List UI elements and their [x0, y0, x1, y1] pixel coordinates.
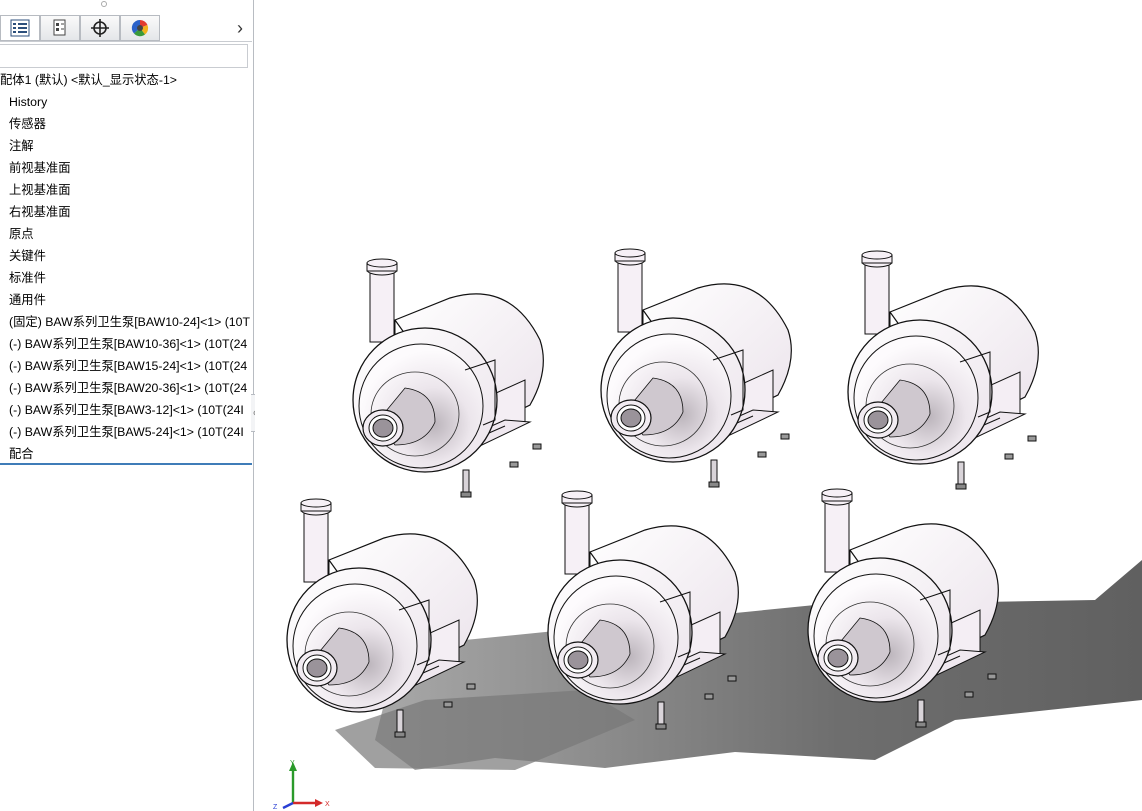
tree-item-label: 原点 [9, 227, 34, 241]
tree-item-front-plane[interactable]: 前视基准面 [0, 157, 252, 179]
folder-icon [0, 250, 4, 262]
folder-icon [0, 272, 4, 284]
tree-item-pump-baw10-36[interactable]: (-) BAW系列卫生泵[BAW10-36]<1> (10T(24 [0, 333, 252, 355]
tree-item-label: History [9, 95, 48, 109]
mates-icon [0, 448, 4, 460]
plane-icon [0, 184, 4, 196]
folder-icon [0, 294, 4, 306]
plane-icon [0, 162, 4, 174]
tab-appearance-manager[interactable] [120, 15, 160, 41]
tree-item-pump-baw15-24[interactable]: (-) BAW系列卫生泵[BAW15-24]<1> (10T(24 [0, 355, 252, 377]
origin-icon [0, 228, 4, 240]
tree-item-pump-baw3-12[interactable]: (-) BAW系列卫生泵[BAW3-12]<1> (10T(24I [0, 399, 252, 421]
z-axis-line [282, 801, 294, 810]
tree-item-label: 前视基准面 [9, 161, 71, 175]
pump-baw15-24-model[interactable] [847, 250, 1039, 490]
feature-manager-panel: › 配体1 (默认) <默认_显示状态-1> History 传感器 注解 前视… [0, 0, 254, 811]
plane-icon [0, 206, 4, 218]
tree-list-icon [10, 19, 30, 37]
tree-item-label: (-) BAW系列卫生泵[BAW15-24]<1> (10T(24 [9, 359, 248, 373]
tree-item-top-plane[interactable]: 上视基准面 [0, 179, 252, 201]
tree-item-sensors[interactable]: 传感器 [0, 113, 252, 135]
tree-item-label: 标准件 [9, 271, 46, 285]
tree-item-history[interactable]: History [0, 91, 252, 113]
tree-item-right-plane[interactable]: 右视基准面 [0, 201, 252, 223]
tree-item-pump-baw10-24[interactable]: (固定) BAW系列卫生泵[BAW10-24]<1> (10T [0, 311, 252, 333]
part-icon [0, 382, 4, 394]
tree-item-label: 右视基准面 [9, 205, 71, 219]
tree-item-label: 关键件 [9, 249, 46, 263]
tab-configuration-manager[interactable] [80, 15, 120, 41]
tree-item-label: 配合 [9, 447, 34, 461]
tree-item-pump-baw20-36[interactable]: (-) BAW系列卫生泵[BAW20-36]<1> (10T(24 [0, 377, 252, 399]
part-icon [0, 404, 4, 416]
graphics-area[interactable]: Y X Z [255, 0, 1142, 811]
color-wheel-icon [131, 19, 149, 37]
tree-item-label: (-) BAW系列卫生泵[BAW20-36]<1> (10T(24 [9, 381, 248, 395]
annotation-folder-icon [0, 140, 4, 152]
tree-item-standard-parts[interactable]: 标准件 [0, 267, 252, 289]
panel-grip-handle[interactable] [101, 1, 107, 7]
part-icon [0, 338, 4, 350]
pump-baw10-24-model[interactable] [352, 258, 544, 498]
tree-root-label: 配体1 (默认) <默认_显示状态-1> [0, 73, 177, 87]
tree-item-label: (-) BAW系列卫生泵[BAW5-24]<1> (10T(24I [9, 425, 244, 439]
y-axis-label: Y [290, 760, 295, 767]
history-folder-icon [0, 96, 4, 108]
x-axis-label: X [325, 801, 330, 808]
tree-item-label: 注解 [9, 139, 34, 153]
tab-featuremanager-tree[interactable] [0, 15, 40, 41]
tree-item-label: 上视基准面 [9, 183, 71, 197]
reference-triad: Y X Z [273, 760, 330, 811]
z-axis-label: Z [273, 804, 278, 811]
tree-item-pump-baw5-24[interactable]: (-) BAW系列卫生泵[BAW5-24]<1> (10T(24I [0, 421, 252, 443]
feature-manager-tabbar: › [0, 13, 252, 42]
crosshair-icon [91, 19, 109, 37]
property-icon [53, 19, 66, 36]
tree-item-label: 传感器 [9, 117, 46, 131]
tree-item-label: 通用件 [9, 293, 46, 307]
tree-item-key-parts[interactable]: 关键件 [0, 245, 252, 267]
part-icon [0, 426, 4, 438]
tree-item-label: (-) BAW系列卫生泵[BAW3-12]<1> (10T(24I [9, 403, 244, 417]
tabs-overflow-button[interactable]: › [232, 19, 248, 37]
sensor-folder-icon [0, 118, 4, 130]
tree-item-annotations[interactable]: 注解 [0, 135, 252, 157]
tree-item-mates[interactable]: 配合 [0, 443, 252, 465]
part-icon [0, 316, 4, 328]
tree-item-label: (-) BAW系列卫生泵[BAW10-36]<1> (10T(24 [9, 337, 248, 351]
part-icon [0, 360, 4, 372]
chevron-right-icon: › [237, 18, 243, 38]
tree-bottom-divider [0, 463, 252, 465]
tree-filter-input[interactable] [0, 44, 248, 68]
tab-property-manager[interactable] [40, 15, 80, 41]
pump-baw10-36-model[interactable] [600, 248, 792, 488]
assembly-3d-view[interactable] [255, 0, 1142, 811]
tree-item-origin[interactable]: 原点 [0, 223, 252, 245]
tree-root-assembly[interactable]: 配体1 (默认) <默认_显示状态-1> [0, 69, 252, 91]
tree-item-common-parts[interactable]: 通用件 [0, 289, 252, 311]
tree-item-label: (固定) BAW系列卫生泵[BAW10-24]<1> (10T [9, 315, 250, 329]
